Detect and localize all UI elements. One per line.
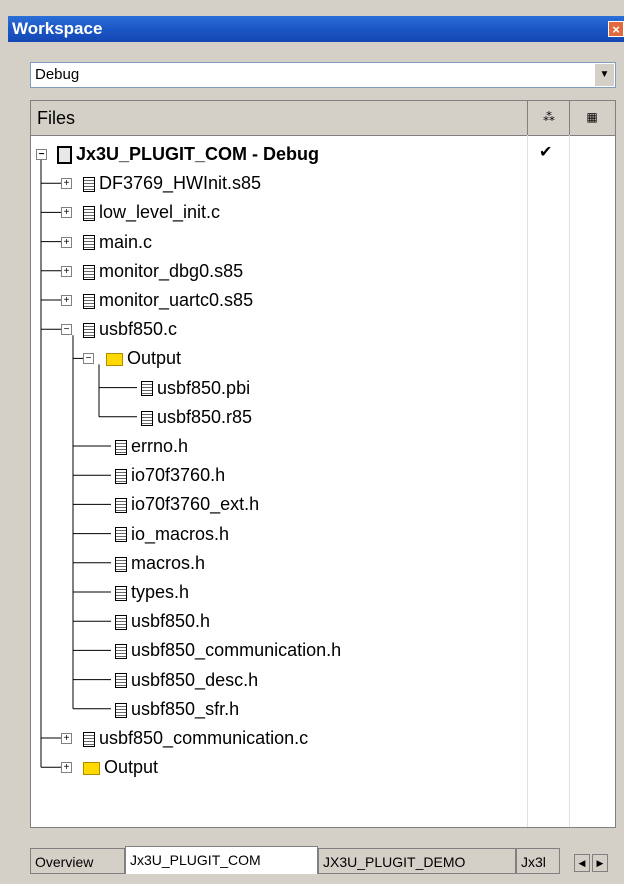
file-icon xyxy=(115,702,127,718)
file-icon xyxy=(115,439,127,455)
file-icon xyxy=(115,468,127,484)
file-icon xyxy=(115,585,127,601)
file-icon xyxy=(83,731,95,747)
collapse-icon[interactable]: − xyxy=(83,353,94,365)
tree-item-label: usbf850_desc.h xyxy=(131,669,259,690)
file-icon xyxy=(83,176,95,192)
tree-item-label: io70f3760_ext.h xyxy=(131,494,260,515)
expand-icon[interactable]: + xyxy=(61,265,72,277)
tree-item-label: usbf850_communication.h xyxy=(131,640,342,661)
file-icon xyxy=(83,206,95,222)
tree-item-label: usbf850.c xyxy=(99,319,178,340)
tree-item-label: monitor_uartc0.s85 xyxy=(99,290,254,310)
tree-item[interactable]: usbf850.h xyxy=(115,607,210,635)
tab-jx3u-plugit-demo[interactable]: JX3U_PLUGIT_DEMO xyxy=(318,848,516,874)
file-icon xyxy=(115,498,127,514)
tree-item-label: monitor_dbg0.s85 xyxy=(99,260,244,281)
chevron-down-icon[interactable]: ▼ xyxy=(594,64,614,86)
expand-icon[interactable]: + xyxy=(61,236,72,248)
tree-item-label: DF3769_HWInit.s85 xyxy=(99,173,262,194)
tree-item[interactable]: io_macros.h xyxy=(115,520,229,548)
tree-item[interactable]: io70f3760_ext.h xyxy=(115,490,259,518)
file-icon xyxy=(83,264,95,280)
build-check-icon: ✔ xyxy=(539,144,553,161)
tree-item[interactable]: errno.h xyxy=(115,432,188,460)
tree-item[interactable]: + DF3769_HWInit.s85 xyxy=(61,169,262,197)
tree-item[interactable]: − Jx3U_PLUGIT_COM - Debug xyxy=(36,140,320,168)
project-icon xyxy=(57,146,72,165)
file-icon xyxy=(115,556,127,572)
tree-item[interactable]: + Output xyxy=(61,753,159,781)
file-icon xyxy=(141,381,153,397)
tree-item-label: Output xyxy=(104,757,159,778)
tree-item-label: usbf850_sfr.h xyxy=(131,698,240,719)
tab-jx3l[interactable]: Jx3l xyxy=(516,848,560,874)
tree-item[interactable]: − Output xyxy=(83,344,182,372)
tree-item-label: Output xyxy=(127,348,182,369)
tree-item-label: low_level_init.c xyxy=(99,202,221,223)
tree-item[interactable]: macros.h xyxy=(115,549,205,577)
collapse-icon[interactable]: − xyxy=(61,324,72,336)
tree-item[interactable]: + monitor_dbg0.s85 xyxy=(61,257,244,285)
tree-item-label: io_macros.h xyxy=(131,523,230,544)
tree-item-label: io70f3760.h xyxy=(131,465,226,486)
tree-item[interactable]: io70f3760.h xyxy=(115,461,225,489)
tree-item[interactable]: usbf850_communication.h xyxy=(115,636,341,664)
file-icon xyxy=(115,527,127,543)
file-icon xyxy=(83,235,95,251)
tree-item-label: main.c xyxy=(99,231,153,252)
tab-overview[interactable]: Overview xyxy=(30,848,125,874)
configuration-value: Debug xyxy=(35,66,80,83)
tree-item[interactable]: + low_level_init.c xyxy=(61,198,221,226)
tree-item-label: usbf850.h xyxy=(131,611,211,632)
expand-icon[interactable]: + xyxy=(61,762,72,774)
tree-item[interactable]: − usbf850.c xyxy=(61,315,178,343)
file-icon xyxy=(115,673,127,689)
tree-item-label: usbf850.r85 xyxy=(157,406,253,427)
tree-item[interactable]: + main.c xyxy=(61,228,153,256)
title-bar: Workspace × xyxy=(8,16,624,42)
window-title: Workspace xyxy=(12,19,103,38)
expand-icon[interactable]: + xyxy=(61,207,72,219)
tree-item-label: usbf850_communication.c xyxy=(99,728,309,748)
files-tree-panel: Files ⁂ ▦ − Jx3U_PLUGIT_COM - Debug ✔ + DF37… xyxy=(30,100,616,828)
file-icon xyxy=(115,614,127,630)
expand-icon[interactable]: + xyxy=(61,733,72,744)
file-icon xyxy=(83,293,95,309)
collapse-icon[interactable]: − xyxy=(36,149,47,160)
folder-icon xyxy=(83,761,100,775)
tree-item[interactable]: + monitor_uartc0.s85 xyxy=(61,286,254,314)
tree-item-label: types.h xyxy=(131,582,190,602)
tree-item[interactable]: + usbf850_communication.c xyxy=(61,724,309,752)
tree-item-label: usbf850.pbi xyxy=(157,377,251,398)
tab-scroll-left-button[interactable]: ◀ xyxy=(574,854,590,872)
expand-icon[interactable]: + xyxy=(61,295,72,306)
folder-icon xyxy=(106,353,123,367)
file-icon xyxy=(115,644,127,660)
expand-icon[interactable]: + xyxy=(61,178,72,190)
tree-item[interactable]: usbf850_sfr.h xyxy=(115,695,239,723)
file-icon xyxy=(83,322,95,338)
tree-item-label: errno.h xyxy=(131,436,189,456)
tree-item[interactable]: usbf850.pbi xyxy=(141,374,250,402)
close-button[interactable]: × xyxy=(608,21,624,37)
tree-item[interactable]: types.h xyxy=(115,578,189,606)
tab-scroll-right-button[interactable]: ▶ xyxy=(592,854,608,872)
tree-item[interactable]: usbf850.r85 xyxy=(141,403,252,431)
configuration-select[interactable]: Debug ▼ xyxy=(30,62,616,88)
tab-jx3u-plugit-com[interactable]: Jx3U_PLUGIT_COM xyxy=(125,846,318,874)
file-icon xyxy=(141,410,153,426)
tree-item-label: macros.h xyxy=(131,552,206,573)
workspace-tabs: Overview Jx3U_PLUGIT_COM JX3U_PLUGIT_DEM… xyxy=(30,846,616,874)
tree-item-label: Jx3U_PLUGIT_COM - Debug xyxy=(76,144,320,164)
tree-item[interactable]: usbf850_desc.h xyxy=(115,666,258,694)
